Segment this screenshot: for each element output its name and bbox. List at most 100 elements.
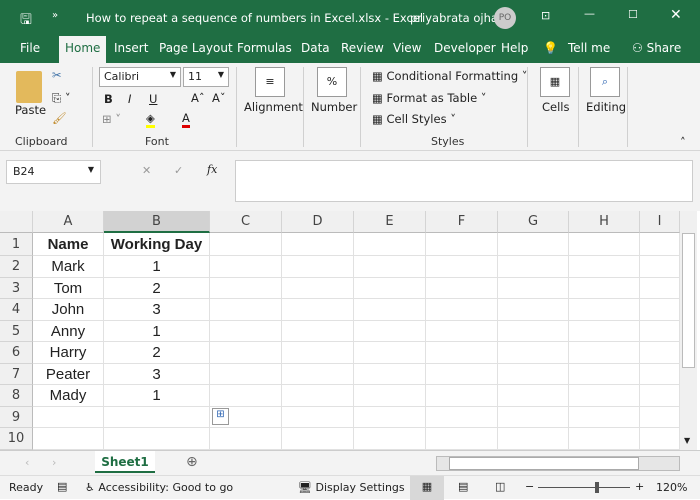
cell-G1[interactable] bbox=[498, 233, 569, 256]
find-icon[interactable]: ⌕ bbox=[590, 67, 620, 97]
cell-D1[interactable] bbox=[282, 233, 354, 256]
cell-H9[interactable] bbox=[569, 407, 640, 428]
underline-button[interactable]: U bbox=[149, 92, 157, 106]
cell-H8[interactable] bbox=[569, 385, 640, 407]
cell-B6[interactable]: 2 bbox=[104, 342, 210, 364]
insert-function-icon[interactable]: fx bbox=[207, 163, 217, 176]
cells-button[interactable]: Cells bbox=[542, 100, 570, 114]
cell-B3[interactable]: 2 bbox=[104, 278, 210, 299]
cell-C7[interactable] bbox=[210, 364, 282, 385]
column-header-G[interactable]: G bbox=[498, 211, 569, 233]
cell-C1[interactable] bbox=[210, 233, 282, 256]
minimize-icon[interactable]: — bbox=[584, 7, 595, 20]
alignment-icon[interactable]: ≡ bbox=[255, 67, 285, 97]
close-icon[interactable]: ✕ bbox=[670, 7, 682, 23]
cell-F6[interactable] bbox=[426, 342, 498, 364]
row-header-3[interactable]: 3 bbox=[0, 278, 33, 299]
decrease-font-icon[interactable]: Aˇ bbox=[212, 91, 226, 105]
cell-E7[interactable] bbox=[354, 364, 426, 385]
cell-H10[interactable] bbox=[569, 428, 640, 450]
cell-B8[interactable]: 1 bbox=[104, 385, 210, 407]
tab-page-layout[interactable]: Page Layout bbox=[159, 41, 233, 55]
cell-G5[interactable] bbox=[498, 321, 569, 342]
collapse-ribbon-icon[interactable]: ˄ bbox=[680, 135, 686, 149]
sheet-tab-sheet1[interactable]: Sheet1 bbox=[95, 451, 155, 473]
column-header-H[interactable]: H bbox=[569, 211, 640, 233]
cell-E10[interactable] bbox=[354, 428, 426, 450]
format-as-table-button[interactable]: ▦ Format as Table ˅ bbox=[372, 91, 487, 105]
cell-E1[interactable] bbox=[354, 233, 426, 256]
column-header-I[interactable]: I bbox=[640, 211, 680, 233]
cell-F1[interactable] bbox=[426, 233, 498, 256]
column-header-D[interactable]: D bbox=[282, 211, 354, 233]
cell-B5[interactable]: 1 bbox=[104, 321, 210, 342]
zoom-slider-thumb[interactable] bbox=[595, 482, 600, 493]
cell-G7[interactable] bbox=[498, 364, 569, 385]
cell-H5[interactable] bbox=[569, 321, 640, 342]
cell-C2[interactable] bbox=[210, 256, 282, 278]
alignment-button[interactable]: Alignment bbox=[244, 100, 303, 114]
cell-I4[interactable] bbox=[640, 299, 680, 321]
italic-button[interactable]: I bbox=[128, 92, 131, 106]
number-button[interactable]: Number bbox=[311, 100, 357, 114]
cell-F2[interactable] bbox=[426, 256, 498, 278]
font-color-icon[interactable]: A bbox=[182, 111, 190, 128]
cell-A8[interactable]: Mady bbox=[33, 385, 104, 407]
cell-I9[interactable] bbox=[640, 407, 680, 428]
name-box[interactable]: B24 ▼ bbox=[6, 160, 101, 184]
cell-A4[interactable]: John bbox=[33, 299, 104, 321]
zoom-in-icon[interactable]: + bbox=[635, 480, 644, 493]
tab-data[interactable]: Data bbox=[301, 41, 330, 55]
cell-H1[interactable] bbox=[569, 233, 640, 256]
cell-C3[interactable] bbox=[210, 278, 282, 299]
cell-F5[interactable] bbox=[426, 321, 498, 342]
normal-view-icon[interactable]: ▦ bbox=[410, 476, 444, 500]
cell-D4[interactable] bbox=[282, 299, 354, 321]
cell-E3[interactable] bbox=[354, 278, 426, 299]
percent-icon[interactable]: % bbox=[317, 67, 347, 97]
row-header-5[interactable]: 5 bbox=[0, 321, 33, 342]
row-header-4[interactable]: 4 bbox=[0, 299, 33, 321]
cell-F8[interactable] bbox=[426, 385, 498, 407]
cell-A3[interactable]: Tom bbox=[33, 278, 104, 299]
cell-C10[interactable] bbox=[210, 428, 282, 450]
add-sheet-icon[interactable]: ⊕ bbox=[186, 454, 198, 470]
tab-insert[interactable]: Insert bbox=[114, 41, 148, 55]
cell-B10[interactable] bbox=[104, 428, 210, 450]
cell-G10[interactable] bbox=[498, 428, 569, 450]
cell-D8[interactable] bbox=[282, 385, 354, 407]
cell-E2[interactable] bbox=[354, 256, 426, 278]
tab-file[interactable]: File bbox=[20, 41, 40, 55]
tell-me[interactable]: Tell me bbox=[568, 41, 610, 55]
cell-H4[interactable] bbox=[569, 299, 640, 321]
cell-styles-button[interactable]: ▦ Cell Styles ˅ bbox=[372, 112, 456, 126]
cell-I5[interactable] bbox=[640, 321, 680, 342]
spreadsheet-grid[interactable]: A B C D E F G H I 1 Name Working Day 2 Mark 1 3 Tom 2 4 Joh… bbox=[0, 211, 680, 450]
zoom-out-icon[interactable]: − bbox=[525, 480, 534, 493]
select-all[interactable] bbox=[0, 211, 33, 233]
quick-analysis-icon[interactable]: ⊞ bbox=[212, 408, 229, 425]
cell-C6[interactable] bbox=[210, 342, 282, 364]
column-header-B[interactable]: B bbox=[104, 211, 210, 233]
display-settings[interactable]: 🖥 Display Settings bbox=[298, 481, 405, 494]
tab-help[interactable]: Help bbox=[501, 41, 528, 55]
cell-H2[interactable] bbox=[569, 256, 640, 278]
maximize-icon[interactable]: ☐ bbox=[628, 8, 638, 21]
cell-C4[interactable] bbox=[210, 299, 282, 321]
enter-icon[interactable]: ✓ bbox=[174, 164, 183, 177]
copy-icon[interactable]: ⎘ ˅ bbox=[52, 91, 71, 106]
cell-G3[interactable] bbox=[498, 278, 569, 299]
cell-A1[interactable]: Name bbox=[33, 233, 104, 256]
font-size-select[interactable]: 11 ▼ bbox=[183, 67, 229, 87]
cell-F4[interactable] bbox=[426, 299, 498, 321]
horizontal-scrollbar[interactable] bbox=[436, 456, 680, 471]
cell-A7[interactable]: Peater bbox=[33, 364, 104, 385]
cell-G6[interactable] bbox=[498, 342, 569, 364]
quick-access-more-icon[interactable]: » bbox=[52, 10, 58, 21]
row-header-9[interactable]: 9 bbox=[0, 407, 33, 428]
ribbon-display-icon[interactable]: ⊡ bbox=[541, 9, 550, 22]
fill-color-icon[interactable]: ◈ bbox=[146, 111, 155, 128]
column-header-F[interactable]: F bbox=[426, 211, 498, 233]
cell-B7[interactable]: 3 bbox=[104, 364, 210, 385]
cell-A6[interactable]: Harry bbox=[33, 342, 104, 364]
